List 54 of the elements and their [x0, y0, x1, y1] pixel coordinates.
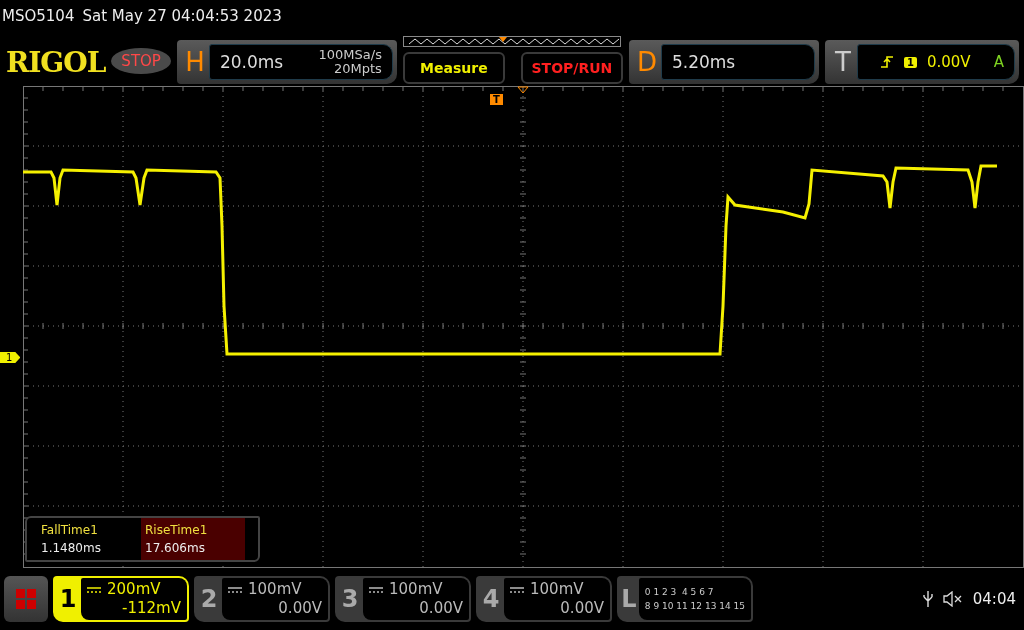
vertical-offset: -112mV — [122, 599, 181, 618]
vertical-scale: 100mV — [248, 580, 302, 599]
channel-card[interactable]: 2 100mV 0.00V — [194, 576, 330, 622]
logic-label: L — [620, 584, 638, 615]
vertical-offset: 0.00V — [560, 599, 604, 618]
speaker-muted-icon — [942, 591, 963, 607]
channel-card[interactable]: 4 100mV 0.00V — [476, 576, 612, 622]
horizontal-panel[interactable]: H 20.0ms 100MSa/s 20Mpts — [176, 40, 397, 84]
logic-channel-numbers: 0 1 2 3 4 5 6 7 — [644, 586, 715, 599]
dc-coupling-icon — [228, 586, 242, 593]
vertical-offset: 0.00V — [278, 599, 322, 618]
channel-card[interactable]: 1 200mV -112mV — [53, 576, 189, 622]
model-name: MSO5104 — [2, 7, 75, 25]
stop-run-button[interactable]: STOP/RUN — [520, 52, 623, 84]
measurement-item[interactable]: RiseTime1 17.606ms — [141, 518, 245, 560]
measure-button[interactable]: Measure — [402, 52, 505, 84]
clock-time: 04:04 — [972, 590, 1016, 608]
channel-number: 2 — [199, 584, 219, 615]
channel-number: 4 — [481, 584, 501, 615]
sample-rate: 100MSa/s — [318, 48, 382, 62]
date-time: Sat May 27 04:04:53 2023 — [82, 7, 282, 25]
logic-channel-numbers: 8 9 10 11 12 13 14 15 — [644, 600, 745, 613]
vertical-scale: 200mV — [107, 580, 161, 599]
memory-depth: 20Mpts — [334, 62, 382, 76]
trigger-source-badge: 1 — [903, 56, 917, 68]
measurement-name: RiseTime1 — [145, 523, 209, 537]
trigger-marker[interactable]: T — [490, 94, 503, 105]
timebase-value: 20.0ms — [219, 52, 284, 72]
measurement-name: FallTime1 — [41, 523, 99, 537]
delay-panel[interactable]: D 5.20ms — [628, 40, 819, 84]
usb-icon — [922, 590, 933, 608]
menu-button[interactable] — [4, 576, 48, 622]
channel-number: 3 — [340, 584, 360, 615]
rising-edge-icon — [879, 55, 894, 69]
dc-coupling-icon — [87, 586, 101, 593]
channel-number: 1 — [58, 584, 78, 615]
vertical-offset: 0.00V — [419, 599, 463, 618]
vertical-scale: 100mV — [389, 580, 443, 599]
measurement-value: 1.1480ms — [41, 541, 102, 555]
trigger-mode: A — [993, 53, 1004, 71]
vertical-scale: 100mV — [530, 580, 584, 599]
trigger-position-icon — [517, 86, 529, 94]
run-state-indicator: STOP — [111, 48, 171, 74]
brand-logo: RIGOL — [6, 45, 106, 79]
channel-card[interactable]: 3 100mV 0.00V — [335, 576, 471, 622]
grid-squares-icon — [15, 588, 37, 610]
measurement-item[interactable]: FallTime1 1.1480ms — [37, 518, 141, 560]
channel-level-marker[interactable]: 1 — [0, 352, 21, 363]
dc-coupling-icon — [510, 586, 524, 593]
dc-coupling-icon — [369, 586, 383, 593]
trigger-panel[interactable]: T 1 0.00V A — [824, 40, 1019, 84]
trigger-level: 0.00V — [926, 53, 971, 71]
delay-value: 5.20ms — [671, 52, 736, 72]
measurement-value: 17.606ms — [145, 541, 206, 555]
